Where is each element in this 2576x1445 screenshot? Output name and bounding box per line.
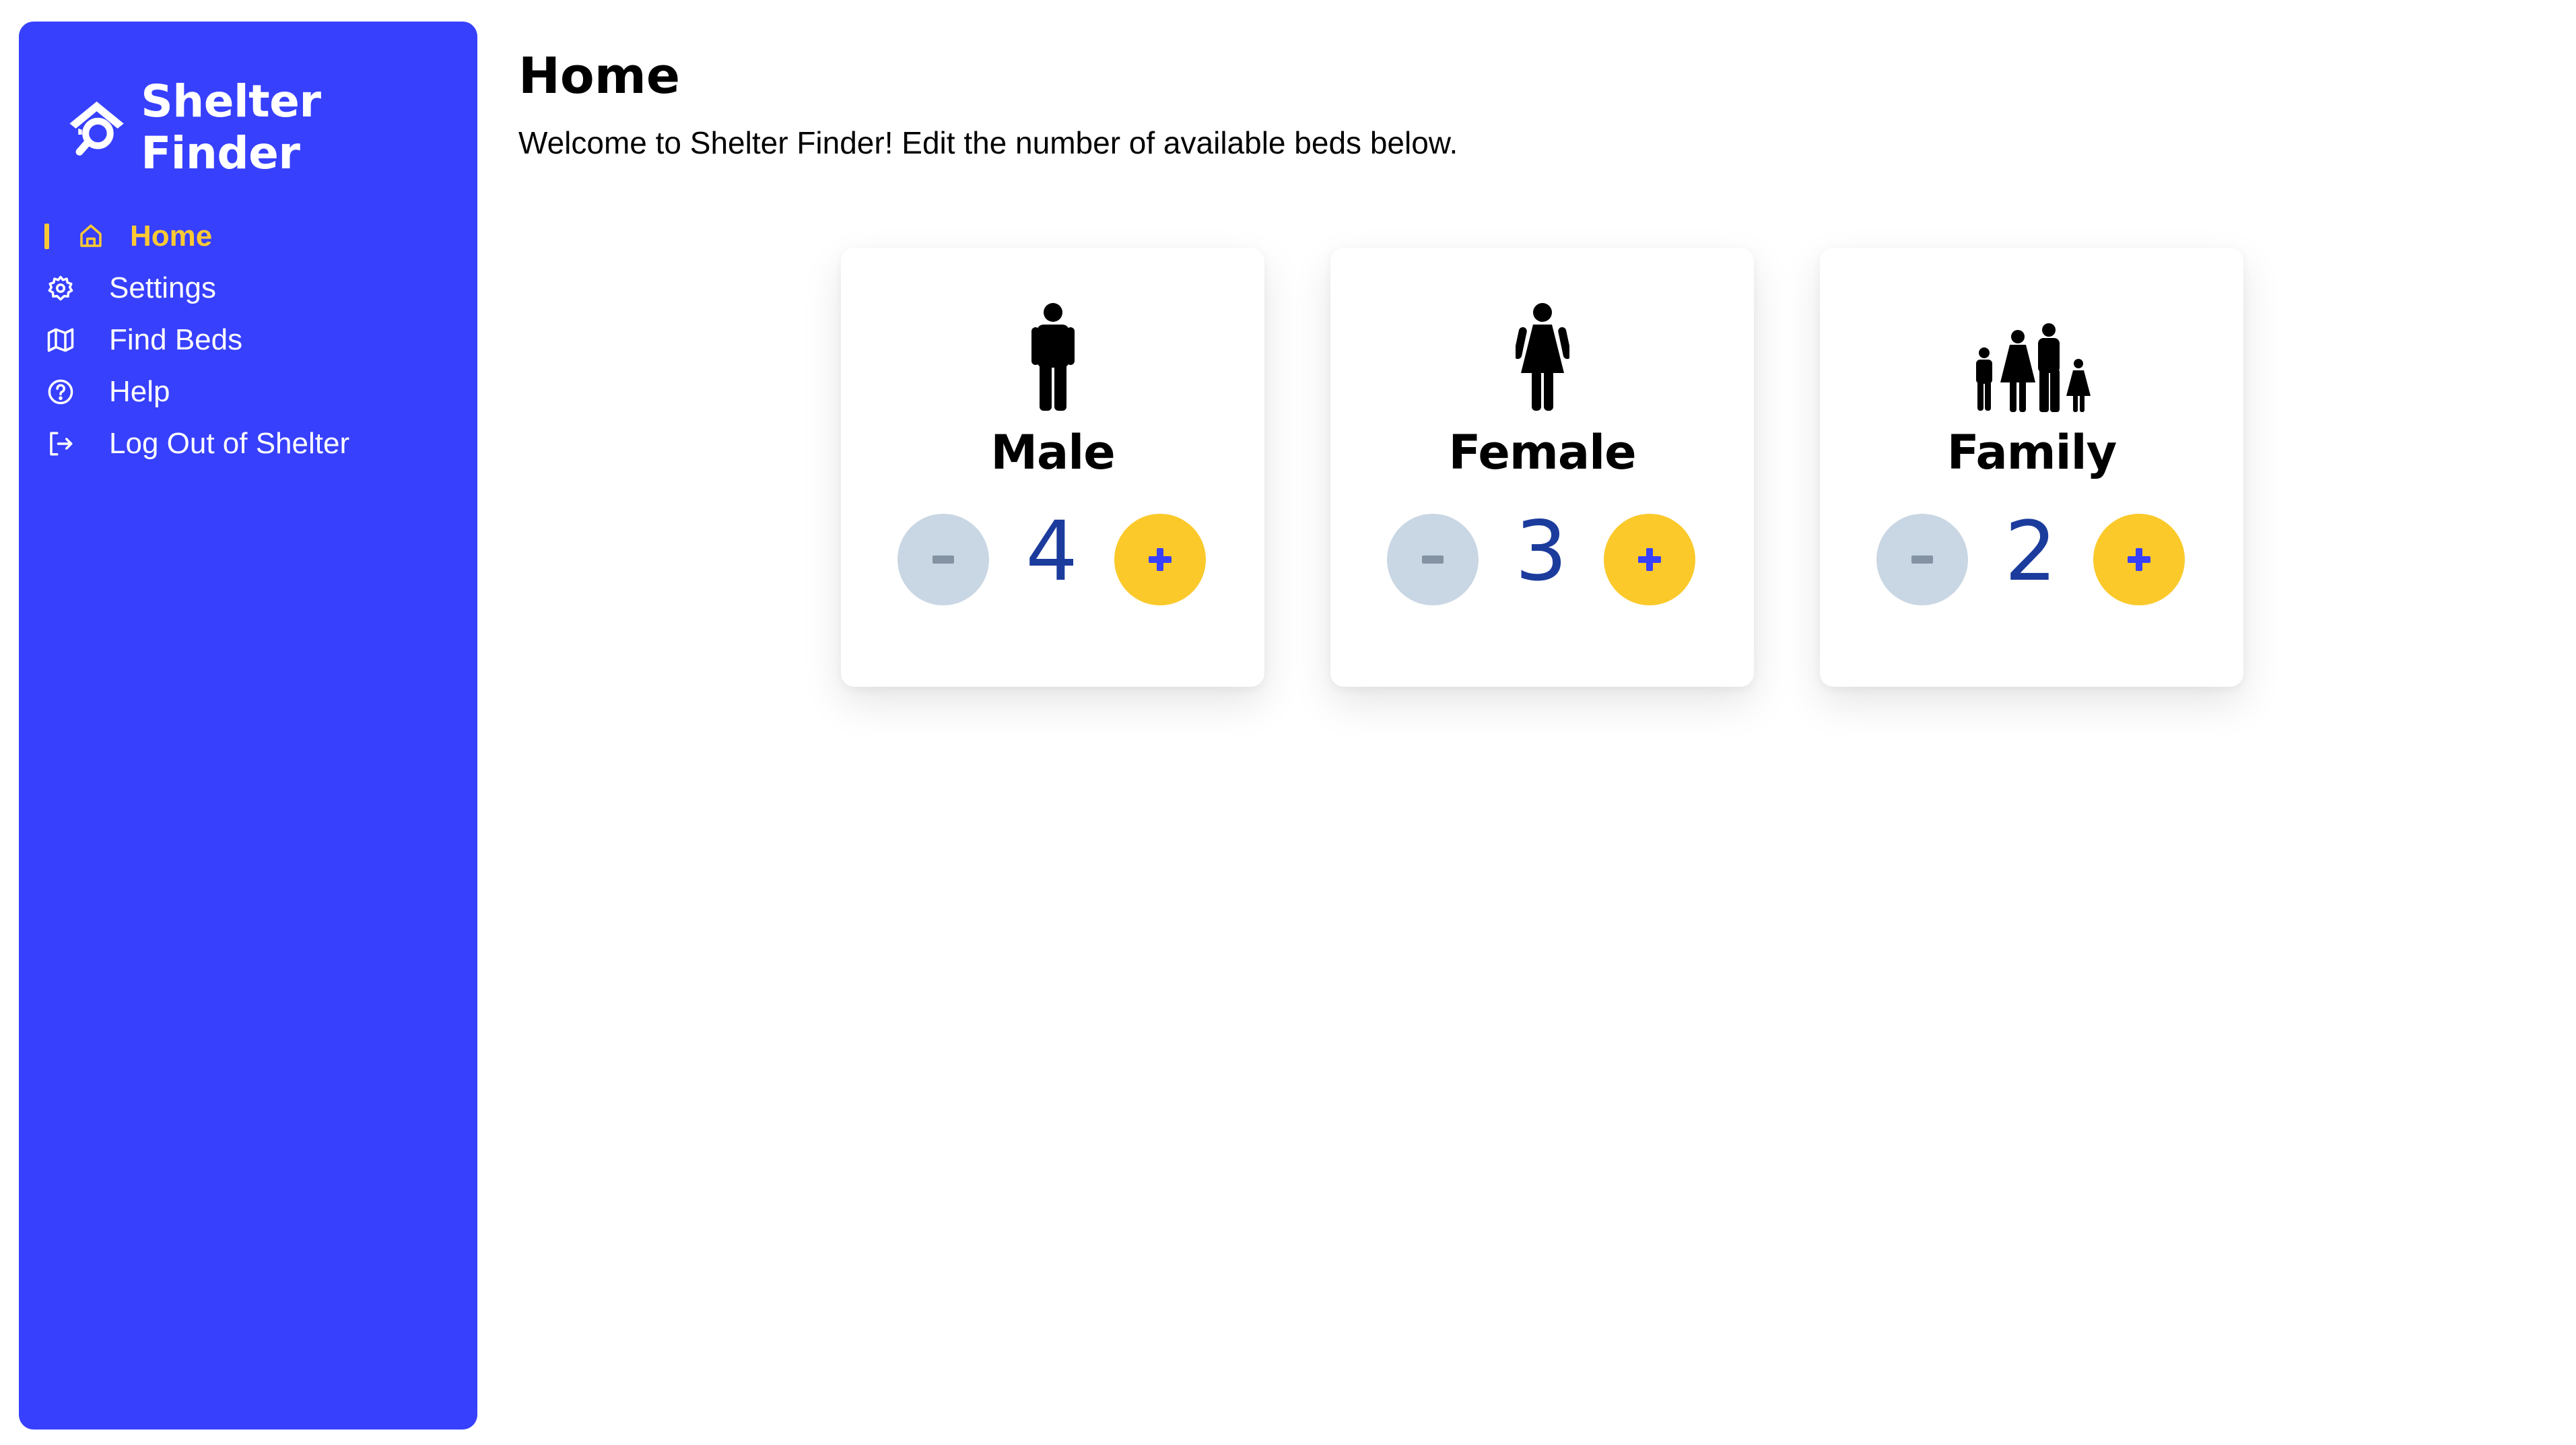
increment-button[interactable] [1604,514,1695,605]
bed-count: 2 [2004,504,2057,599]
female-person-icon [1330,303,1754,411]
increment-button[interactable] [2093,514,2185,605]
home-icon [75,220,107,253]
plus-icon [2128,548,2150,571]
male-person-icon [841,303,1264,411]
sidebar-nav: Home Settings Find Beds Help Log Out of … [44,210,349,469]
card-label: Male [990,425,1115,480]
card-label: Female [1448,425,1636,480]
sidebar-item-logout[interactable]: Log Out of Shelter [44,417,349,469]
sidebar-item-label: Help [109,374,170,408]
app-title: Shelter Finder [141,75,321,179]
card-label: Family [1946,425,2117,480]
sidebar: Shelter Finder Home Settings Find Beds H… [19,22,477,1430]
plus-icon [1638,548,1661,571]
minus-icon [933,556,954,564]
sidebar-item-settings[interactable]: Settings [44,262,349,314]
decrement-button[interactable] [1876,514,1968,605]
family-icon [1820,323,2243,417]
bed-card-family: Family 2 [1820,248,2243,687]
map-icon [44,324,77,356]
bed-card-male: Male 4 [841,248,1264,687]
bed-count: 3 [1515,504,1567,599]
decrement-button[interactable] [897,514,989,605]
help-circle-icon [44,376,77,408]
bed-count: 4 [1025,504,1078,599]
bed-card-female: Female 3 [1330,248,1754,687]
sidebar-item-help[interactable]: Help [44,366,349,417]
sidebar-item-label: Log Out of Shelter [109,426,350,460]
minus-icon [1911,556,1933,564]
brand-logo[interactable]: Shelter Finder [66,75,477,179]
page-title: Home [518,47,681,105]
sidebar-item-label: Find Beds [109,323,243,356]
minus-icon [1422,556,1444,564]
sidebar-item-label: Home [130,219,213,253]
page-subtitle: Welcome to Shelter Finder! Edit the numb… [518,125,1458,160]
house-search-icon [69,101,124,156]
gear-icon [44,272,77,304]
active-indicator [44,223,49,249]
decrement-button[interactable] [1387,514,1479,605]
sidebar-item-home[interactable]: Home [44,210,349,262]
plus-icon [1149,548,1172,571]
sidebar-item-find-beds[interactable]: Find Beds [44,314,349,366]
logout-icon [44,428,77,460]
increment-button[interactable] [1114,514,1206,605]
sidebar-item-label: Settings [109,271,216,304]
